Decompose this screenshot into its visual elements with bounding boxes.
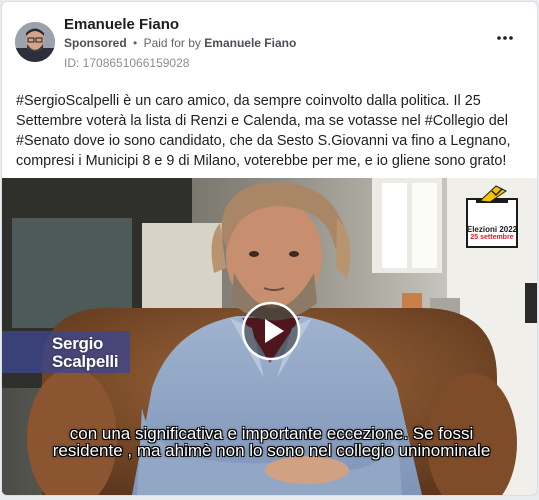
subtitle-line-1: con una significativa e importante eccez… (69, 424, 474, 443)
speaker-first-name: Sergio (52, 334, 104, 353)
avatar-image (15, 22, 55, 62)
ad-post-card: Emanuele Fiano Sponsored • Paid for by E… (1, 1, 538, 496)
paid-for-name[interactable]: Emanuele Fiano (204, 36, 296, 50)
badge-date: 25 settembre (470, 234, 514, 241)
subtitle-line-2: residente , ma ahimè non lo sono nel col… (52, 441, 491, 460)
post-text: #SergioScalpelli è un caro amico, da sem… (16, 93, 511, 169)
author-name[interactable]: Emanuele Fiano (64, 16, 179, 33)
more-options-button[interactable] (495, 30, 515, 46)
sponsored-line: Sponsored • Paid for by Emanuele Fiano (64, 36, 296, 50)
author-avatar[interactable] (15, 22, 55, 62)
sponsored-label: Sponsored (64, 36, 127, 50)
more-horizontal-icon (497, 36, 513, 40)
play-button[interactable] (241, 301, 301, 361)
ad-id: ID: 1708651066159028 (64, 56, 190, 70)
video-subtitles: con una significativa e importante eccez… (2, 424, 537, 460)
paid-for-prefix: Paid for by (143, 36, 201, 50)
play-icon (241, 301, 301, 361)
separator-dot: • (133, 36, 138, 50)
election-badge: Elezioni 2022 25 settembre (466, 185, 518, 249)
speaker-last-name: Scalpelli (52, 352, 119, 371)
